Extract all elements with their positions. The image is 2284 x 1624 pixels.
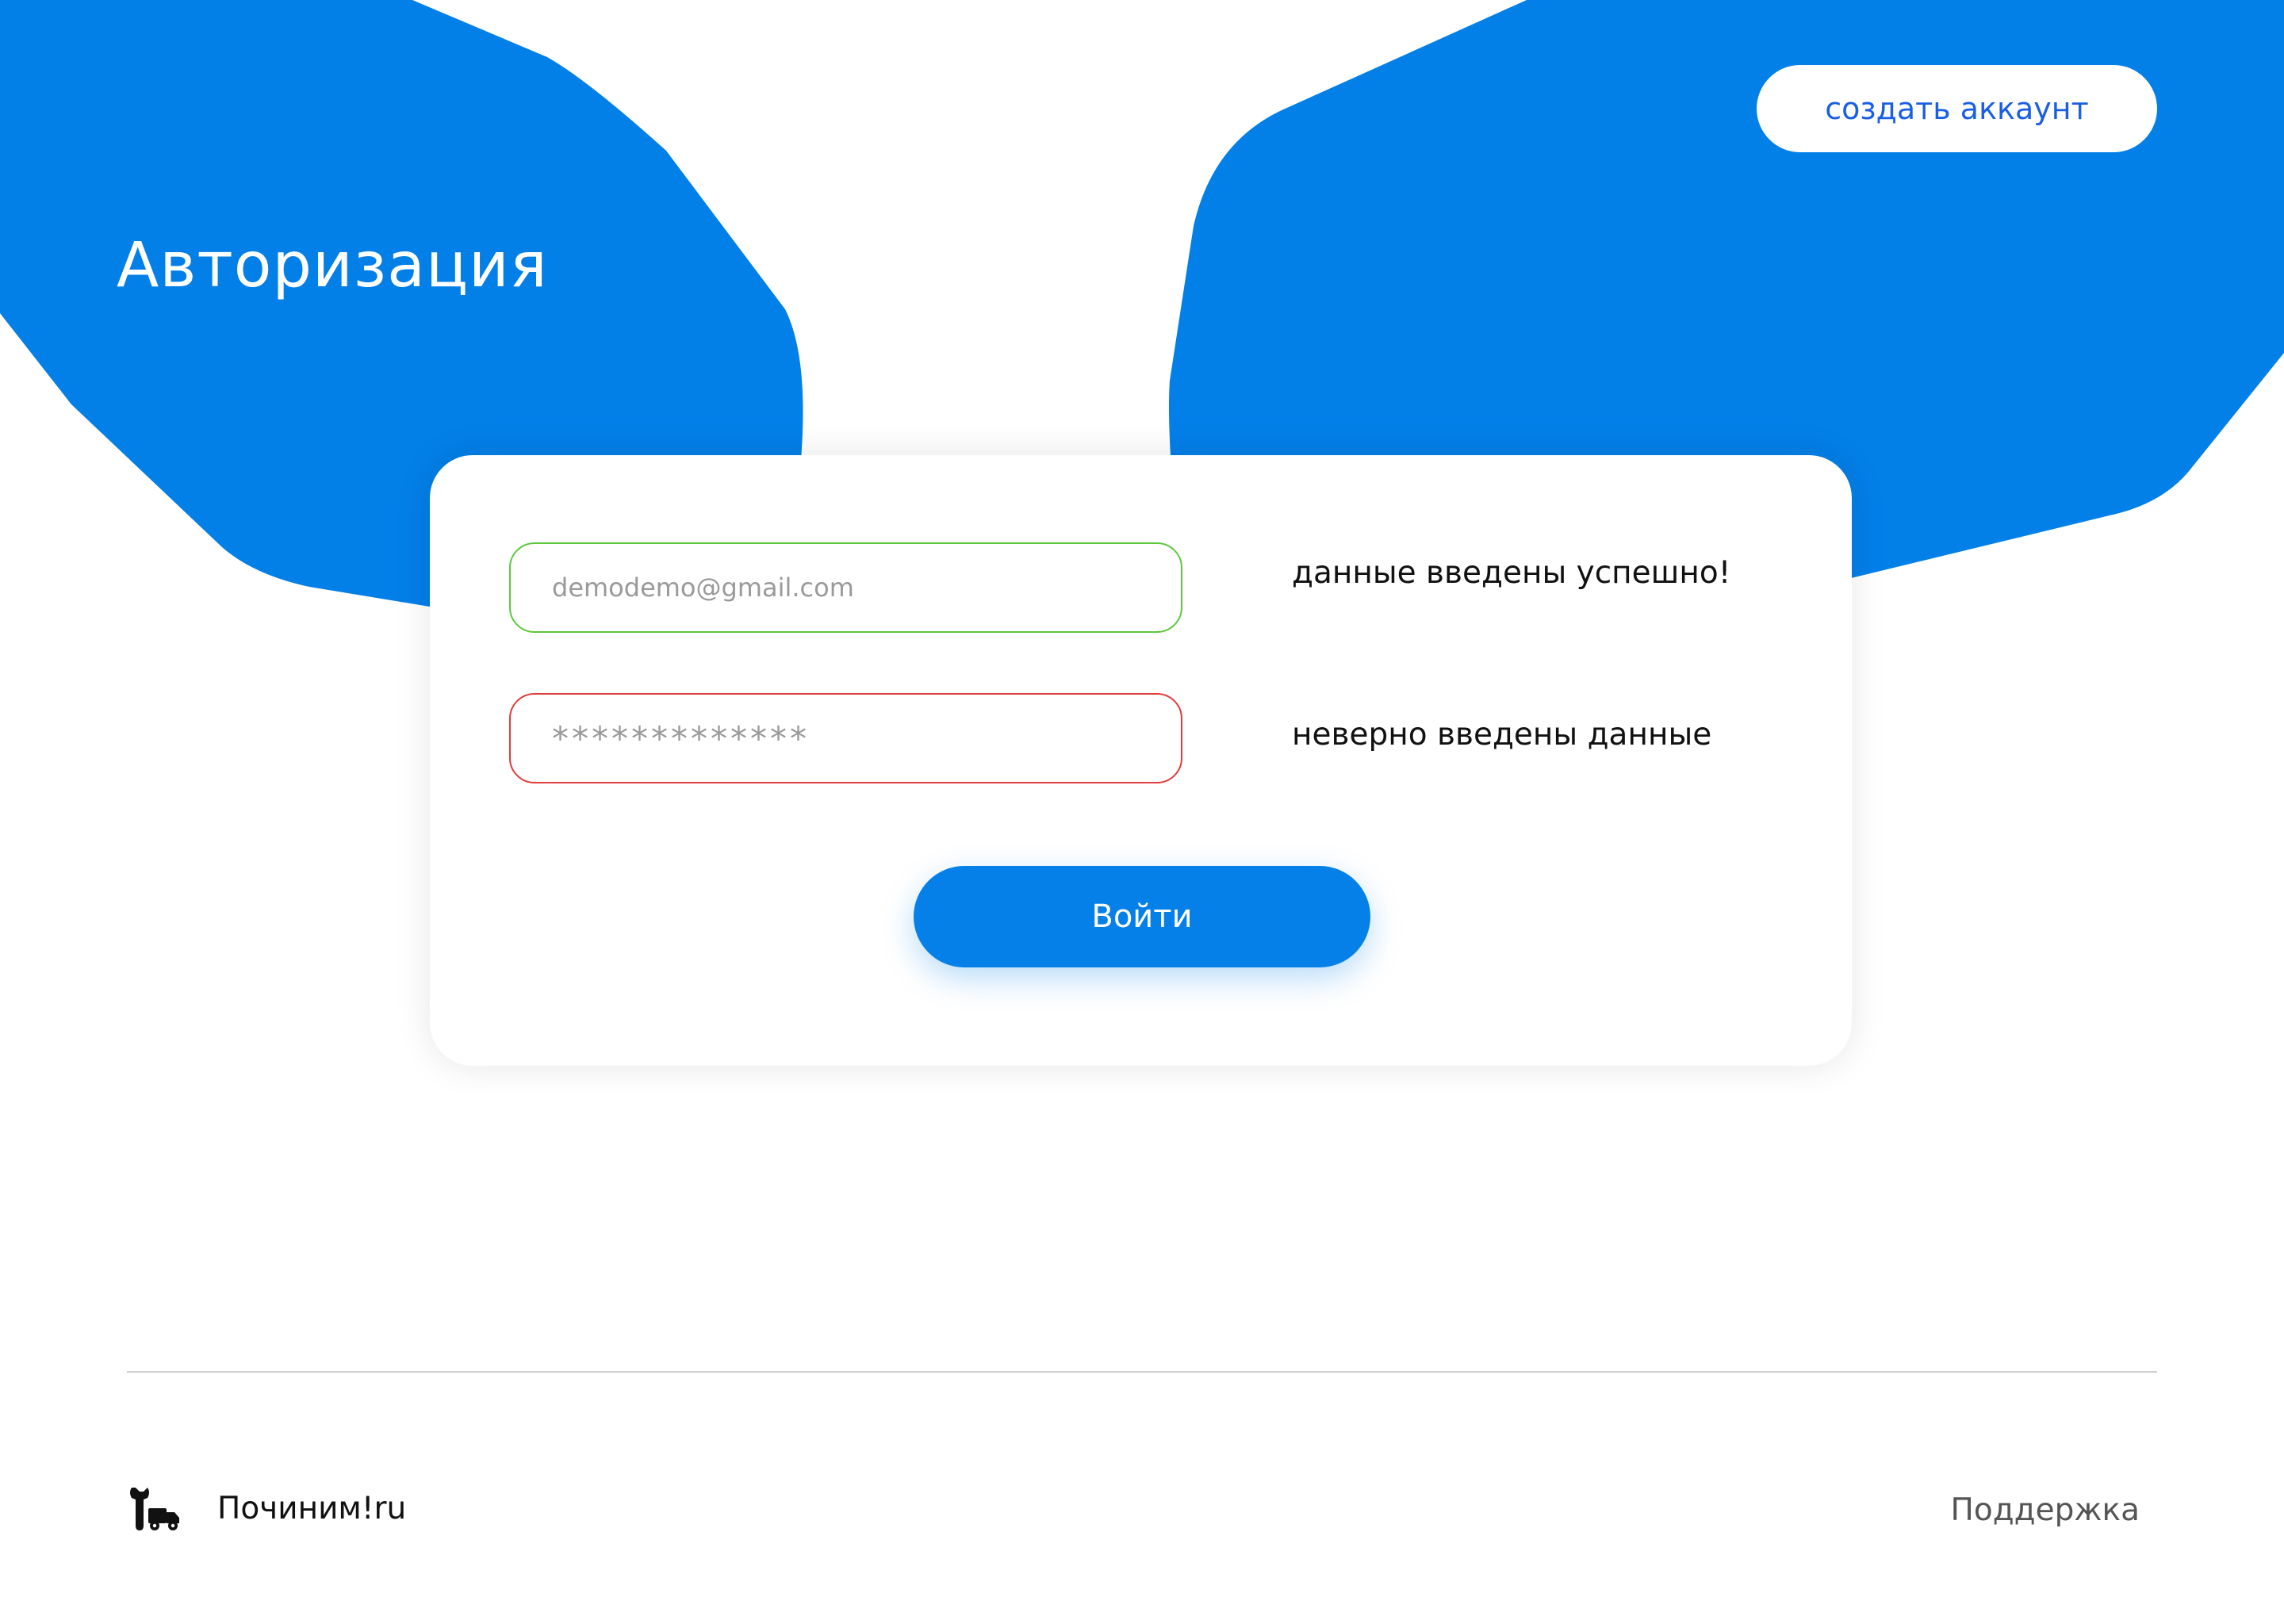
login-card: demodemo@gmail.com данные введены успешн… [430,455,1852,1066]
email-status-message: данные введены успешно! [1292,555,1731,591]
login-button[interactable]: Войти [914,866,1370,967]
password-field[interactable]: ************* [509,693,1182,783]
support-link[interactable]: Поддержка [1951,1489,2140,1532]
password-field-value: ************* [552,718,810,758]
email-field-placeholder: demodemo@gmail.com [552,573,854,603]
footer-divider [127,1371,2157,1373]
footer-brand-name: Починим!ru [217,1490,407,1526]
email-field[interactable]: demodemo@gmail.com [509,542,1182,633]
footer-logo[interactable]: Починим!ru [127,1484,406,1532]
wrench-truck-icon [130,1488,179,1530]
page-title: Авторизация [117,230,548,301]
create-account-button[interactable]: создать аккаунт [1757,65,2157,152]
password-status-message: неверно введены данные [1292,717,1712,753]
